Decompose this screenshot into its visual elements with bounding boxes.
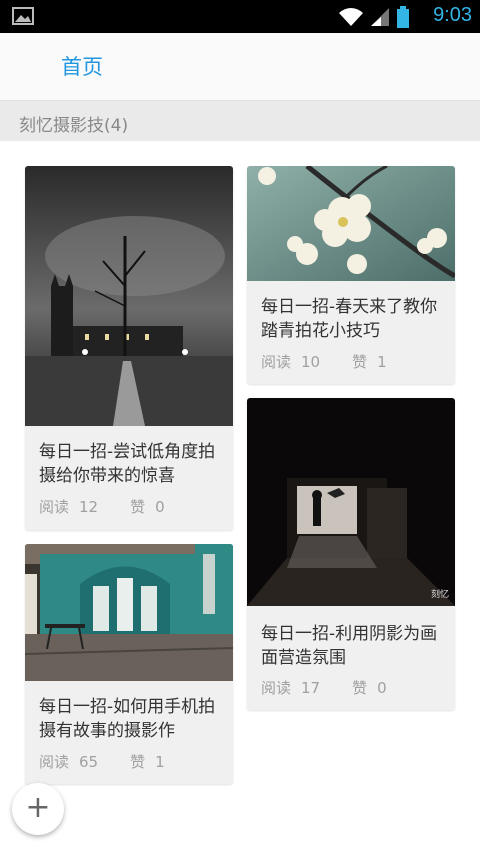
signal-icon (371, 8, 389, 26)
battery-icon (397, 6, 409, 28)
article-card[interactable]: 每日一招-尝试低角度拍摄给你带来的惊喜 阅读 12 赞 0 (25, 166, 233, 530)
status-bar: 9:03 (0, 0, 480, 33)
like-count: 1 (155, 753, 165, 771)
article-meta: 阅读 17 赞 0 (261, 677, 387, 698)
article-meta: 阅读 65 赞 1 (39, 751, 165, 772)
read-label: 阅读 (261, 679, 292, 697)
wifi-icon (339, 8, 363, 26)
like-count: 0 (377, 679, 387, 697)
article-title: 每日一招-利用阴影为画面营造氛围 (261, 624, 438, 668)
read-count: 17 (301, 679, 321, 697)
article-thumbnail (25, 166, 233, 426)
read-count: 10 (301, 353, 321, 371)
read-count: 12 (79, 498, 99, 516)
article-meta: 阅读 12 赞 0 (39, 496, 165, 517)
like-label: 赞 (352, 353, 368, 371)
article-title: 每日一招-尝试低角度拍摄给你带来的惊喜 (39, 442, 216, 486)
article-card[interactable]: 刻忆 每日一招-利用阴影为画面营造氛围 阅读 17 赞 0 (247, 398, 455, 710)
read-label: 阅读 (261, 353, 292, 371)
gallery-notification-icon (12, 7, 34, 25)
add-button[interactable]: + (12, 783, 64, 835)
article-title: 每日一招-如何用手机拍摄有故事的摄影作 (39, 697, 216, 741)
like-label: 赞 (352, 679, 368, 697)
article-thumbnail (247, 166, 455, 281)
watermark: 刻忆 (430, 590, 449, 600)
clock: 9:03 (433, 4, 472, 26)
article-card[interactable]: 每日一招-如何用手机拍摄有故事的摄影作 阅读 65 赞 1 (25, 544, 233, 784)
article-title: 每日一招-春天来了教你踏青拍花小技巧 (261, 297, 438, 341)
app-bar: 首页 (0, 33, 480, 101)
article-meta: 阅读 10 赞 1 (261, 351, 387, 372)
section-header: 刻忆摄影技(4) (0, 101, 480, 141)
plus-icon: + (25, 790, 51, 825)
section-title: 刻忆摄影技(4) (19, 116, 129, 136)
read-label: 阅读 (39, 498, 70, 516)
like-label: 赞 (130, 753, 146, 771)
like-count: 0 (155, 498, 165, 516)
read-label: 阅读 (39, 753, 70, 771)
article-thumbnail (25, 544, 233, 681)
article-thumbnail: 刻忆 (247, 398, 455, 606)
read-count: 65 (79, 753, 99, 771)
page-title[interactable]: 首页 (61, 51, 103, 81)
like-count: 1 (377, 353, 387, 371)
status-icons (338, 6, 410, 28)
like-label: 赞 (130, 498, 146, 516)
article-card[interactable]: 每日一招-春天来了教你踏青拍花小技巧 阅读 10 赞 1 (247, 166, 455, 384)
